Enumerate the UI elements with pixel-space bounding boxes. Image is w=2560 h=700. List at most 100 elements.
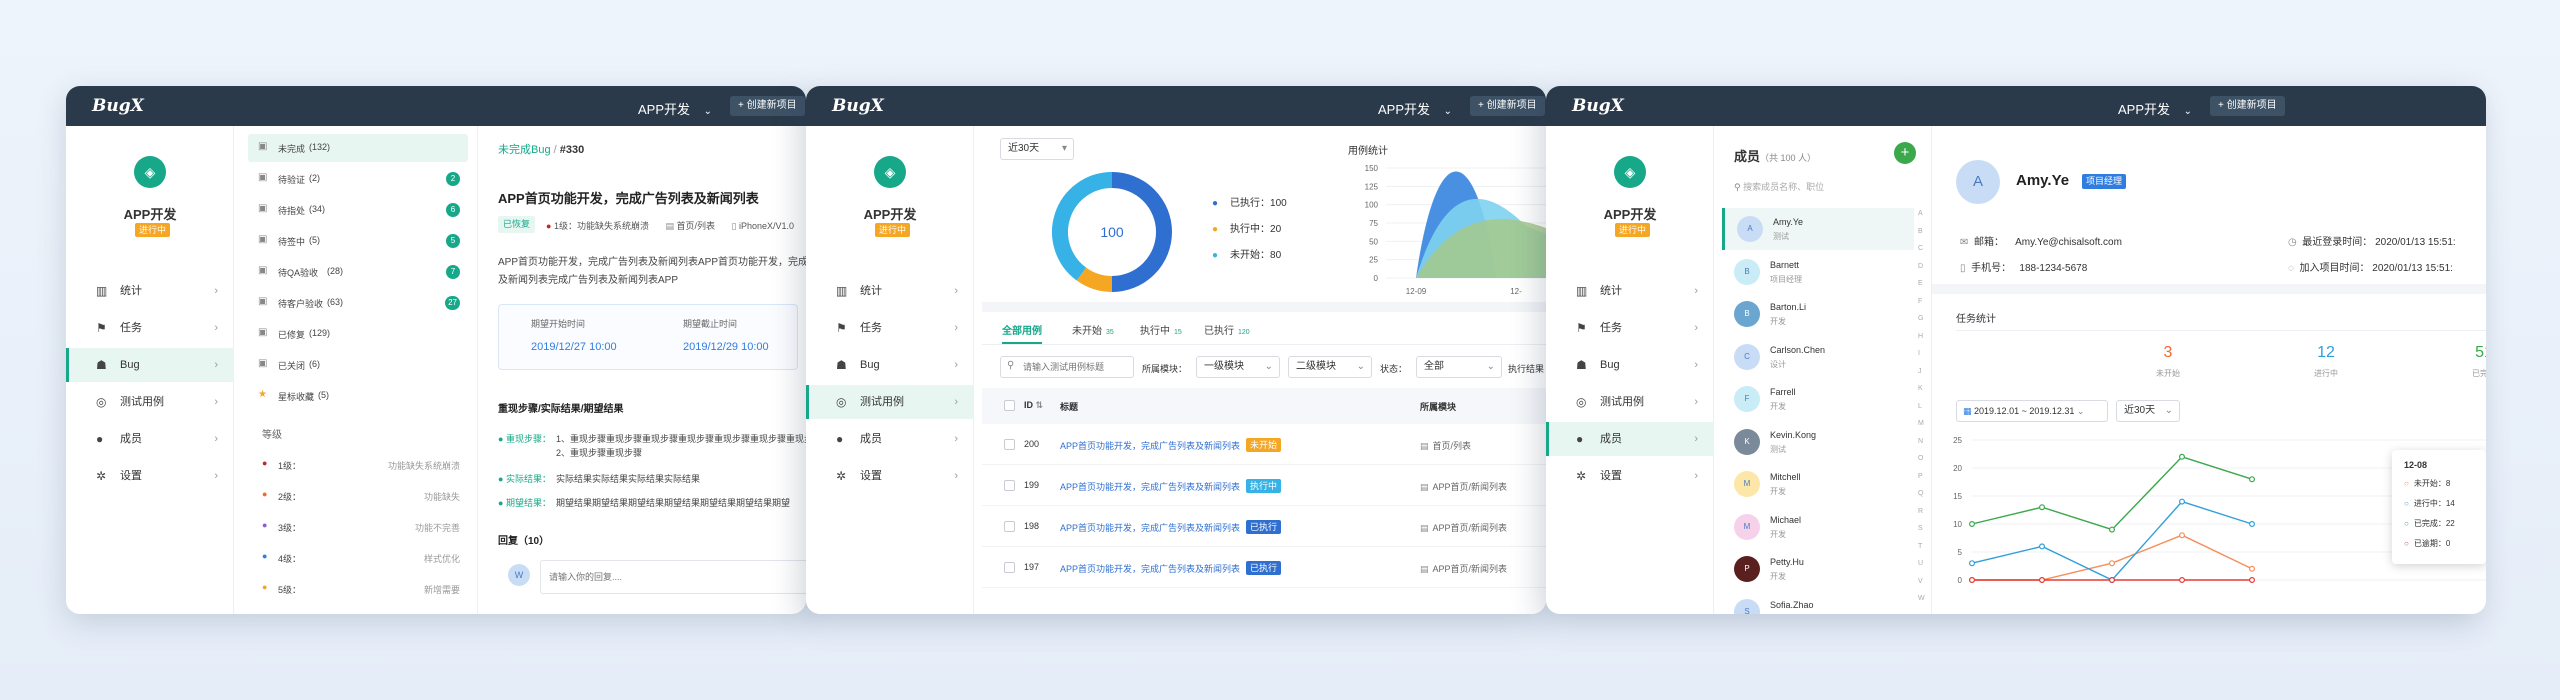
nav-item-testcases[interactable]: ◎ 测试用例 ›	[806, 385, 974, 419]
case-title-link[interactable]: APP首页功能开发，完成广告列表及新闻列表 已执行	[1060, 520, 1282, 534]
alphabet-letter[interactable]: W	[1918, 595, 1925, 602]
alphabet-letter[interactable]: E	[1918, 280, 1923, 287]
nav-item-settings[interactable]: ✲ 设置 ›	[66, 459, 234, 493]
alphabet-letter[interactable]: B	[1918, 228, 1923, 235]
table-row[interactable]: 199 APP首页功能开发，完成广告列表及新闻列表 执行中 ▤ APP首页/新闻列表	[982, 465, 1546, 506]
table-row[interactable]: 197 APP首页功能开发，完成广告列表及新闻列表 已执行 ▤ APP首页/新闻列表	[982, 547, 1546, 588]
filter-item[interactable]: ▣ 待QA验收 (28) 7	[248, 258, 468, 286]
new-project-button[interactable]: + 创建新项目	[1470, 96, 1545, 116]
alphabet-letter[interactable]: M	[1918, 420, 1924, 427]
alphabet-letter[interactable]: C	[1918, 245, 1923, 252]
project-switcher[interactable]: APP开发 ⌄	[1378, 99, 1452, 118]
case-title-link[interactable]: APP首页功能开发，完成广告列表及新闻列表 未开始	[1060, 438, 1282, 452]
nav-item-tasks[interactable]: ⚑ 任务 ›	[806, 311, 974, 345]
list-item[interactable]: F Farrell 开发	[1722, 378, 1914, 420]
table-row[interactable]: 200 APP首页功能开发，完成广告列表及新闻列表 未开始 ▤ 首页/列表	[982, 424, 1546, 465]
alphabet-letter[interactable]: T	[1918, 543, 1922, 550]
list-item[interactable]: B Barnett 项目经理	[1722, 251, 1914, 293]
alphabet-letter[interactable]: R	[1918, 508, 1923, 515]
row-checkbox[interactable]	[1004, 480, 1015, 491]
row-checkbox[interactable]	[1004, 439, 1015, 450]
select-all-checkbox[interactable]	[1004, 400, 1015, 411]
date-range-picker[interactable]: ▦ 2019.12.01 ~ 2019.12.31 ⌄	[1956, 400, 2108, 422]
col-id[interactable]: ID ⇅	[1024, 400, 1043, 411]
filter-item[interactable]: ▣ 已关闭 (6)	[248, 351, 468, 379]
nav-item-members[interactable]: ● 成员 ›	[1546, 422, 1714, 456]
range-select[interactable]: 近30天 ⌄	[2116, 400, 2180, 422]
case-search-input[interactable]	[1023, 359, 1129, 375]
alphabet-letter[interactable]: P	[1918, 473, 1923, 480]
alphabet-letter[interactable]: K	[1918, 385, 1923, 392]
alphabet-letter[interactable]: I	[1918, 350, 1920, 357]
project-switcher[interactable]: APP开发 ⌄	[2118, 99, 2192, 118]
nav-item-tasks[interactable]: ⚑ 任务 ›	[1546, 311, 1714, 345]
filter-item[interactable]: ▣ 待指处 (34) 6	[248, 196, 468, 224]
alphabet-letter[interactable]: D	[1918, 263, 1923, 270]
filter-item[interactable]: ▣ 已修复 (129)	[248, 320, 468, 348]
nav-item-bug[interactable]: ☗ Bug ›	[1546, 348, 1714, 382]
level-item[interactable]: ● 1级： 功能缺失系统崩溃	[248, 452, 468, 478]
case-title-link[interactable]: APP首页功能开发，完成广告列表及新闻列表 执行中	[1060, 479, 1282, 493]
new-project-button[interactable]: + 创建新项目	[730, 96, 805, 116]
module1-select[interactable]: 一级模块 ⌄	[1196, 356, 1280, 378]
nav-item-tasks[interactable]: ⚑ 任务 ›	[66, 311, 234, 345]
nav-item-stats[interactable]: ▥ 统计 ›	[1546, 274, 1714, 308]
status-select[interactable]: 全部 ⌄	[1416, 356, 1502, 378]
nav-item-testcases[interactable]: ◎ 测试用例 ›	[1546, 385, 1714, 419]
range-select[interactable]: 近30天 ▾	[1000, 138, 1074, 160]
list-item[interactable]: M Mitchell 开发	[1722, 463, 1914, 505]
alphabet-letter[interactable]: J	[1918, 368, 1922, 375]
alphabet-letter[interactable]: N	[1918, 438, 1923, 445]
nav-item-bug[interactable]: ☗ Bug ›	[806, 348, 974, 382]
list-item[interactable]: P Petty.Hu 开发	[1722, 548, 1914, 590]
list-item[interactable]: M Michael 开发	[1722, 506, 1914, 548]
list-item[interactable]: B Barton.Li 开发	[1722, 293, 1914, 335]
reply-input[interactable]	[540, 560, 806, 594]
nav-item-settings[interactable]: ✲ 设置 ›	[1546, 459, 1714, 493]
table-row[interactable]: 198 APP首页功能开发，完成广告列表及新闻列表 已执行 ▤ APP首页/新闻列表	[982, 506, 1546, 547]
case-title-link[interactable]: APP首页功能开发，完成广告列表及新闻列表 已执行	[1060, 561, 1282, 575]
filter-item[interactable]: ▣ 待客户验收 (63) 27	[248, 289, 468, 317]
alphabet-letter[interactable]: F	[1918, 298, 1922, 305]
list-item[interactable]: A Amy.Ye 测试	[1722, 208, 1914, 250]
tab-0[interactable]: 全部用例	[1002, 322, 1042, 344]
member-search[interactable]: ⚲ 搜索成员名称、职位	[1734, 180, 1824, 193]
new-project-button[interactable]: + 创建新项目	[2210, 96, 2285, 116]
level-item[interactable]: ● 3级： 功能不完善	[248, 514, 468, 540]
filter-item[interactable]: ▣ 待验证 (2) 2	[248, 165, 468, 193]
module2-select[interactable]: 二级模块 ⌄	[1288, 356, 1372, 378]
list-item[interactable]: S Sofia.Zhao	[1722, 591, 1914, 614]
level-item[interactable]: ● 4级： 样式优化	[248, 545, 468, 571]
nav-item-members[interactable]: ● 成员 ›	[806, 422, 974, 456]
nav-item-bug[interactable]: ☗ Bug ›	[66, 348, 234, 382]
alphabet-letter[interactable]: A	[1918, 210, 1923, 217]
alphabet-letter[interactable]: H	[1918, 333, 1923, 340]
nav-item-settings[interactable]: ✲ 设置 ›	[806, 459, 974, 493]
alphabet-letter[interactable]: Q	[1918, 490, 1923, 497]
add-member-button[interactable]: +	[1894, 142, 1916, 164]
alphabet-letter[interactable]: L	[1918, 403, 1922, 410]
row-checkbox[interactable]	[1004, 562, 1015, 573]
nav-item-stats[interactable]: ▥ 统计 ›	[66, 274, 234, 308]
breadcrumb-parent[interactable]: 未完成Bug	[498, 144, 551, 156]
level-item[interactable]: ● 5级： 新增需要	[248, 576, 468, 602]
alphabet-letter[interactable]: U	[1918, 560, 1923, 567]
list-item[interactable]: K Kevin.Kong 测试	[1722, 421, 1914, 463]
alphabet-letter[interactable]: O	[1918, 455, 1923, 462]
nav-item-members[interactable]: ● 成员 ›	[66, 422, 234, 456]
alphabet-letter[interactable]: V	[1918, 578, 1923, 585]
filter-item[interactable]: ★ 星标收藏 (5)	[248, 382, 468, 410]
tab-3[interactable]: 已执行 120	[1204, 322, 1250, 337]
alphabet-letter[interactable]: S	[1918, 525, 1923, 532]
filter-item[interactable]: ▣ 待签中 (5) 5	[248, 227, 468, 255]
filter-item[interactable]: ▣ 未完成 (132)	[248, 134, 468, 162]
row-checkbox[interactable]	[1004, 521, 1015, 532]
nav-item-testcases[interactable]: ◎ 测试用例 ›	[66, 385, 234, 419]
alphabet-letter[interactable]: G	[1918, 315, 1923, 322]
project-switcher[interactable]: APP开发 ⌄	[638, 99, 712, 118]
nav-item-stats[interactable]: ▥ 统计 ›	[806, 274, 974, 308]
tab-1[interactable]: 未开始 35	[1072, 322, 1114, 337]
case-search-box[interactable]: ⚲	[1000, 356, 1134, 378]
level-item[interactable]: ● 2级： 功能缺失	[248, 483, 468, 509]
list-item[interactable]: C Carlson.Chen 设计	[1722, 336, 1914, 378]
